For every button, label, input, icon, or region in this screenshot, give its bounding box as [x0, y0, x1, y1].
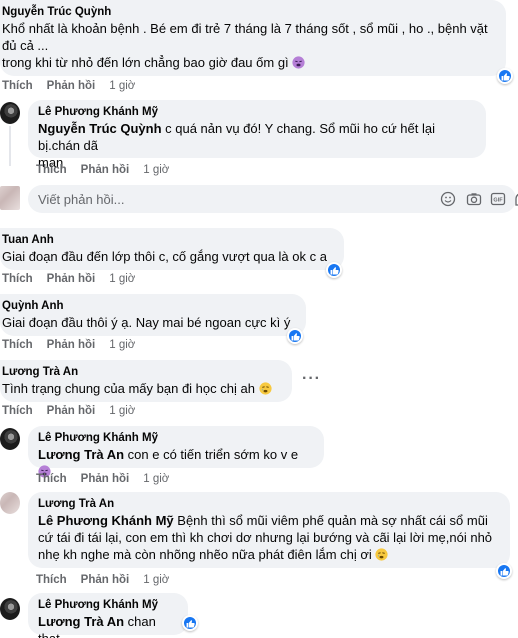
reply-button[interactable]: Phản hồi: [47, 80, 96, 92]
comment-author[interactable]: Tuan Anh: [2, 233, 334, 248]
comment-text: Khổ nhất là khoản bệnh . Bé em đi trẻ 7 …: [2, 21, 488, 36]
like-button[interactable]: Thích: [2, 339, 33, 351]
comment-author[interactable]: Lê Phương Khánh Mỹ: [38, 598, 178, 613]
comment-time[interactable]: 1 giờ: [143, 164, 169, 176]
comment-actions: Thích Phản hồi 1 giờ: [2, 273, 135, 285]
comment-bubble: Lương Trà An Tình trạng chung của mấy bạ…: [0, 360, 292, 402]
comment-time[interactable]: 1 giờ: [143, 574, 169, 586]
comment-time[interactable]: 1 giờ: [109, 339, 135, 351]
comment-author[interactable]: Lê Phương Khánh Mỹ: [38, 431, 314, 446]
avatar: [0, 186, 20, 210]
more-options-icon[interactable]: ···: [302, 370, 321, 388]
like-button[interactable]: Thích: [2, 273, 33, 285]
reply-button[interactable]: Phản hồi: [47, 273, 96, 285]
comment-author[interactable]: Lê Phương Khánh Mỹ: [38, 105, 476, 120]
comment-actions: Thích Phản hồi 1 giờ: [36, 164, 169, 176]
like-reaction-icon[interactable]: [326, 262, 342, 278]
comment-author[interactable]: Lương Trà An: [2, 365, 282, 380]
avatar[interactable]: [0, 492, 20, 514]
comment-text: Lương Trà An chan that: [38, 614, 156, 638]
mention-link[interactable]: Lê Phương Khánh Mỹ: [38, 513, 174, 528]
comment-text: Giai đoạn đầu thôi ý ạ. Nay mai bé ngoan…: [2, 315, 291, 330]
reply-button[interactable]: Phản hồi: [81, 574, 130, 586]
like-button[interactable]: Thích: [36, 574, 67, 586]
like-reaction-icon[interactable]: [182, 615, 198, 631]
comment-text: trong khi từ nhỏ đến lớn chẳng bao giờ đ…: [2, 54, 496, 71]
comment-actions: Thích Phản hồi 1 giờ: [36, 473, 169, 485]
camera-icon[interactable]: [466, 191, 482, 207]
comment-bubble: Lê Phương Khánh Mỹ Lương Trà An con e có…: [28, 426, 324, 478]
thread-line: [9, 126, 11, 166]
comment-text: Lê Phương Khánh Mỹ Bệnh thì sổ mũi viêm …: [38, 513, 488, 528]
emoji-icon[interactable]: [440, 191, 456, 207]
mention-link[interactable]: Lương Trà An: [38, 447, 124, 462]
like-reaction-icon[interactable]: [496, 563, 512, 579]
like-reaction-icon[interactable]: [287, 328, 303, 344]
like-button[interactable]: Thích: [2, 80, 33, 92]
reply-box: GIF: [28, 185, 518, 213]
comment-time[interactable]: 1 giờ: [143, 473, 169, 485]
comment-time[interactable]: 1 giờ: [109, 273, 135, 285]
like-button[interactable]: Thích: [36, 164, 67, 176]
comment-bubble: Lê Phương Khánh Mỹ Lương Trà An chan tha…: [28, 593, 188, 638]
comment-actions: Thích Phản hồi 1 giờ: [2, 405, 135, 417]
comment-actions: Thích Phản hồi 1 giờ: [2, 339, 135, 351]
comment-text: Nguyễn Trúc Quỳnh c quá nản vụ đó! Y cha…: [38, 121, 435, 153]
reply-button[interactable]: Phản hồi: [81, 164, 130, 176]
like-button[interactable]: Thích: [2, 405, 33, 417]
reply-button[interactable]: Phản hồi: [47, 339, 96, 351]
comment-author[interactable]: Lương Trà An: [38, 497, 500, 512]
comment-bubble: Lê Phương Khánh Mỹ Nguyễn Trúc Quỳnh c q…: [28, 100, 486, 170]
comment-author[interactable]: Nguyễn Trúc Quỳnh: [2, 5, 496, 20]
comment-bubble: Tuan Anh Giai đoạn đầu đến lớp thôi c, c…: [0, 228, 344, 270]
avatar[interactable]: [0, 598, 20, 620]
mention-link[interactable]: Nguyễn Trúc Quỳnh: [38, 121, 162, 136]
like-button[interactable]: Thích: [36, 473, 67, 485]
avatar[interactable]: [0, 102, 20, 124]
gif-icon[interactable]: GIF: [490, 191, 506, 207]
comment-bubble: Lương Trà An Lê Phương Khánh Mỹ Bệnh thì…: [28, 492, 510, 568]
comment-bubble: Quỳnh Anh Giai đoạn đầu thôi ý ạ. Nay ma…: [0, 294, 306, 336]
reply-button[interactable]: Phản hồi: [81, 473, 130, 485]
reply-button[interactable]: Phản hồi: [47, 405, 96, 417]
comment-time[interactable]: 1 giờ: [109, 405, 135, 417]
comment-bubble: Nguyễn Trúc Quỳnh Khổ nhất là khoản bệnh…: [0, 0, 506, 76]
comment-actions: Thích Phản hồi 1 giờ: [2, 80, 135, 92]
mention-link[interactable]: Lương Trà An: [38, 614, 124, 629]
weary-face-icon: [292, 56, 305, 69]
comment-time[interactable]: 1 giờ: [109, 80, 135, 92]
comment-text: nhẹ kh nghe mà còn nhõng nhẽo nữa phát đ…: [38, 546, 500, 563]
comment-text: đủ cả ...: [2, 38, 49, 53]
svg-text:GIF: GIF: [493, 198, 503, 204]
crying-face-icon: [375, 548, 389, 561]
comment-author[interactable]: Quỳnh Anh: [2, 299, 296, 314]
crying-face-icon: [258, 382, 272, 395]
avatar[interactable]: [0, 428, 20, 450]
like-reaction-icon[interactable]: [497, 68, 513, 84]
comment-actions: Thích Phản hồi 1 giờ: [36, 574, 169, 586]
comment-text: Giai đoạn đầu đến lớp thôi c, cố gắng vư…: [2, 249, 327, 264]
sticker-icon[interactable]: [514, 191, 518, 207]
reply-input[interactable]: [38, 191, 418, 207]
comment-text: cứ tái đi tái lại, con em thì kh chơi dơ…: [38, 530, 493, 545]
comment-text: Tình trạng chung của mấy bạn đi học chị …: [2, 380, 282, 397]
